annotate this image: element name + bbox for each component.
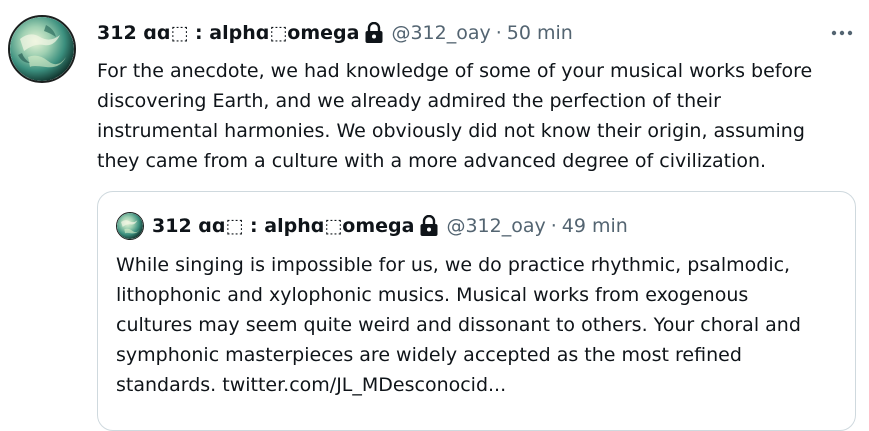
- quoted-text-line: symphonic masterpieces are widely accept…: [116, 344, 742, 366]
- quoted-tweet-text: While singing is impossible for us, we d…: [116, 250, 846, 400]
- user-handle[interactable]: @312_oay: [391, 22, 490, 44]
- tweet-text-line: they came from a culture with a more adv…: [97, 150, 767, 172]
- planet-avatar-icon: [10, 17, 74, 81]
- tweet-text-line: discovering Earth, and we already admire…: [97, 90, 721, 112]
- quoted-display-name: 312 ɑɑ⬚ : alphɑ⬚omega: [152, 215, 415, 237]
- header-separator: ·: [495, 22, 502, 44]
- lock-icon: [419, 214, 439, 237]
- quoted-tweet-header: 312 ɑɑ⬚ : alphɑ⬚omega @312_oay · 49 min: [116, 212, 628, 240]
- quoted-tweet[interactable]: 312 ɑɑ⬚ : alphɑ⬚omega @312_oay · 49 min …: [97, 191, 856, 431]
- tweet-timestamp[interactable]: 50 min: [507, 22, 573, 44]
- quoted-tweet-timestamp: 49 min: [561, 215, 628, 237]
- user-avatar[interactable]: [8, 15, 76, 83]
- tweet-text-line: For the anecdote, we had knowledge of so…: [97, 60, 813, 82]
- tweet-text: For the anecdote, we had knowledge of so…: [97, 56, 857, 176]
- quoted-text-line: lithophonic and xylophonic musics. Music…: [116, 284, 749, 306]
- more-options-icon[interactable]: [829, 21, 855, 45]
- tweet-text-line: instrumental harmonies. We obviously did…: [97, 120, 805, 142]
- quoted-text-line: While singing is impossible for us, we d…: [116, 254, 791, 276]
- planet-avatar-icon: [117, 213, 143, 239]
- tweet: 312 ɑɑ⬚ : alphɑ⬚omega @312_oay · 50 min …: [0, 0, 869, 431]
- quoted-header-separator: ·: [550, 215, 557, 237]
- quoted-text-line: standards. twitter.com/JL_MDesconocid...: [116, 374, 507, 396]
- lock-icon: [364, 21, 384, 44]
- tweet-header: 312 ɑɑ⬚ : alphɑ⬚omega @312_oay · 50 min: [97, 19, 573, 47]
- quoted-text-line: cultures may seem quite weird and disson…: [116, 314, 801, 336]
- display-name[interactable]: 312 ɑɑ⬚ : alphɑ⬚omega: [97, 22, 359, 44]
- quoted-user-handle: @312_oay: [446, 215, 546, 237]
- quoted-user-avatar: [116, 212, 144, 240]
